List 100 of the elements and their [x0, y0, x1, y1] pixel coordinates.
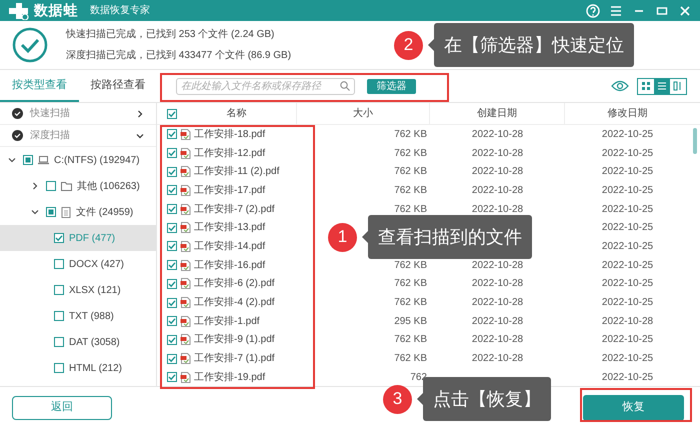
eye-icon[interactable]	[611, 80, 629, 92]
scan-section-item[interactable]: 快速扫描	[0, 103, 156, 125]
scrollbar-thumb[interactable]	[693, 128, 697, 154]
modified-date: 2022-10-25	[600, 221, 654, 236]
checkbox[interactable]	[54, 259, 64, 269]
checkbox[interactable]	[54, 337, 64, 347]
tree-item[interactable]: DAT (3058)	[0, 329, 156, 355]
modified-date: 2022-10-25	[600, 184, 654, 198]
checkbox[interactable]	[54, 311, 64, 321]
created-date: 2022-10-28	[472, 297, 524, 308]
file-size: 762 KB	[394, 128, 427, 140]
tree-item[interactable]: DOCX (427)	[0, 251, 156, 277]
file-name[interactable]: 工作安排-11 (2).pdf	[194, 164, 280, 180]
checkbox[interactable]	[167, 204, 177, 214]
pdf-file-icon	[180, 297, 191, 308]
pdf-file-icon	[180, 240, 191, 252]
pdf-file-icon	[180, 148, 191, 159]
checkbox[interactable]	[167, 334, 177, 345]
column-header[interactable]: 创建日期	[430, 103, 565, 124]
tree-item[interactable]: 文件 (24959)	[0, 199, 156, 225]
checkbox[interactable]	[167, 278, 177, 289]
file-size: 762 KB	[394, 278, 427, 290]
modified-date: 2022-10-25	[600, 240, 654, 254]
created-date: 2022-10-28	[472, 148, 524, 159]
file-name[interactable]: 工作安排-4 (2).pdf	[194, 295, 275, 310]
file-name[interactable]: 工作安排-6 (2).pdf	[194, 276, 275, 292]
pdf-file-icon	[180, 278, 191, 290]
checkbox[interactable]	[167, 260, 177, 270]
scan-section-label: 快速扫描	[30, 106, 71, 121]
chevron-down-icon[interactable]	[8, 156, 16, 164]
file-name[interactable]: 工作安排-13.pdf	[194, 220, 266, 236]
checkbox[interactable]	[167, 241, 177, 252]
checkbox[interactable]	[54, 233, 64, 243]
checkbox[interactable]	[167, 148, 177, 158]
app-name: 数据蛙	[34, 1, 78, 20]
file-name[interactable]: 工作安排-17.pdf	[194, 182, 266, 198]
created-date: 2022-10-28	[472, 184, 524, 196]
checkbox[interactable]	[167, 166, 177, 177]
tree-item[interactable]: C:(NTFS) (192947)	[0, 147, 156, 173]
scan-summary-text: 快速扫描已完成，已找到 253 个文件 (2.24 GB)	[66, 28, 276, 42]
tree-item[interactable]: 其他 (106263)	[0, 173, 156, 199]
step-number-badge: 3	[383, 384, 412, 414]
file-name[interactable]: 工作安排-16.pdf	[194, 258, 266, 273]
checkbox[interactable]	[54, 285, 64, 295]
file-name[interactable]: 工作安排-7 (2).pdf	[194, 202, 275, 217]
close-icon[interactable]	[678, 4, 692, 18]
app-subtitle: 数据恢复专家	[90, 4, 150, 18]
checkbox[interactable]	[167, 108, 177, 118]
checkbox[interactable]	[54, 363, 64, 373]
laptop-icon	[38, 155, 49, 165]
checkbox[interactable]	[167, 222, 177, 233]
column-header[interactable]: 修改日期	[565, 103, 690, 124]
chevron-down-icon[interactable]	[31, 208, 39, 216]
filter-button[interactable]: 筛选器	[367, 78, 416, 94]
restore-button[interactable]: 恢复	[583, 394, 684, 420]
view-tab[interactable]: 按路径查看	[78, 70, 157, 102]
checkbox[interactable]	[46, 207, 56, 217]
back-button[interactable]: 返回	[12, 396, 112, 420]
checkbox[interactable]	[167, 354, 177, 364]
file-size: 762 KB	[394, 166, 427, 178]
search-field[interactable]: 在此处输入文件名称或保存路径	[176, 78, 355, 94]
checkbox[interactable]	[46, 181, 56, 191]
tree-item-label: DOCX (427)	[69, 258, 124, 272]
help-icon[interactable]	[586, 4, 600, 18]
tree-item[interactable]: XLSX (121)	[0, 277, 156, 303]
modified-date: 2022-10-25	[600, 202, 654, 217]
checkbox[interactable]	[23, 155, 33, 165]
view-mode-button[interactable]	[654, 78, 670, 94]
file-name[interactable]: 工作安排-19.pdf	[194, 370, 266, 385]
scan-section-item[interactable]: 深度扫描	[0, 125, 156, 147]
checkbox[interactable]	[167, 372, 177, 382]
created-date: 2022-10-28	[472, 334, 524, 346]
tree-item[interactable]: TXT (988)	[0, 303, 156, 329]
file-size: 295 KB	[394, 316, 427, 327]
pdf-file-icon	[180, 372, 191, 383]
created-date: 2022-10-28	[472, 204, 524, 215]
checkbox[interactable]	[167, 316, 177, 326]
checkbox[interactable]	[167, 129, 177, 140]
modified-date: 2022-10-25	[600, 128, 654, 142]
file-size: 762 KB	[394, 297, 427, 308]
chevron-right-icon[interactable]	[31, 182, 39, 190]
checkbox[interactable]	[167, 185, 177, 196]
scan-summary-text: 深度扫描已完成，已找到 433477 个文件 (86.9 GB)	[66, 48, 292, 63]
column-header[interactable]: 大小	[297, 103, 430, 124]
callout-bubble: 点击【恢复】	[423, 377, 551, 421]
view-tab[interactable]: 按类型查看	[0, 70, 78, 102]
checkbox[interactable]	[167, 298, 177, 308]
tree-item-label: DAT (3058)	[69, 336, 120, 350]
menu-icon[interactable]	[609, 4, 623, 18]
file-name[interactable]: 工作安排-18.pdf	[194, 126, 266, 142]
file-name[interactable]: 工作安排-12.pdf	[194, 146, 266, 161]
column-header[interactable]: 名称	[177, 106, 296, 121]
file-size: 762 KB	[394, 148, 427, 159]
file-name[interactable]: 工作安排-14.pdf	[194, 238, 266, 254]
view-mode-toggle[interactable]	[637, 78, 687, 94]
file-name[interactable]: 工作安排-7 (1).pdf	[194, 351, 275, 366]
file-name[interactable]: 工作安排-9 (1).pdf	[194, 332, 275, 348]
tree-item[interactable]: HTML (212)	[0, 355, 156, 381]
pdf-file-icon	[180, 128, 191, 140]
file-name[interactable]: 工作安排-1.pdf	[194, 314, 260, 329]
